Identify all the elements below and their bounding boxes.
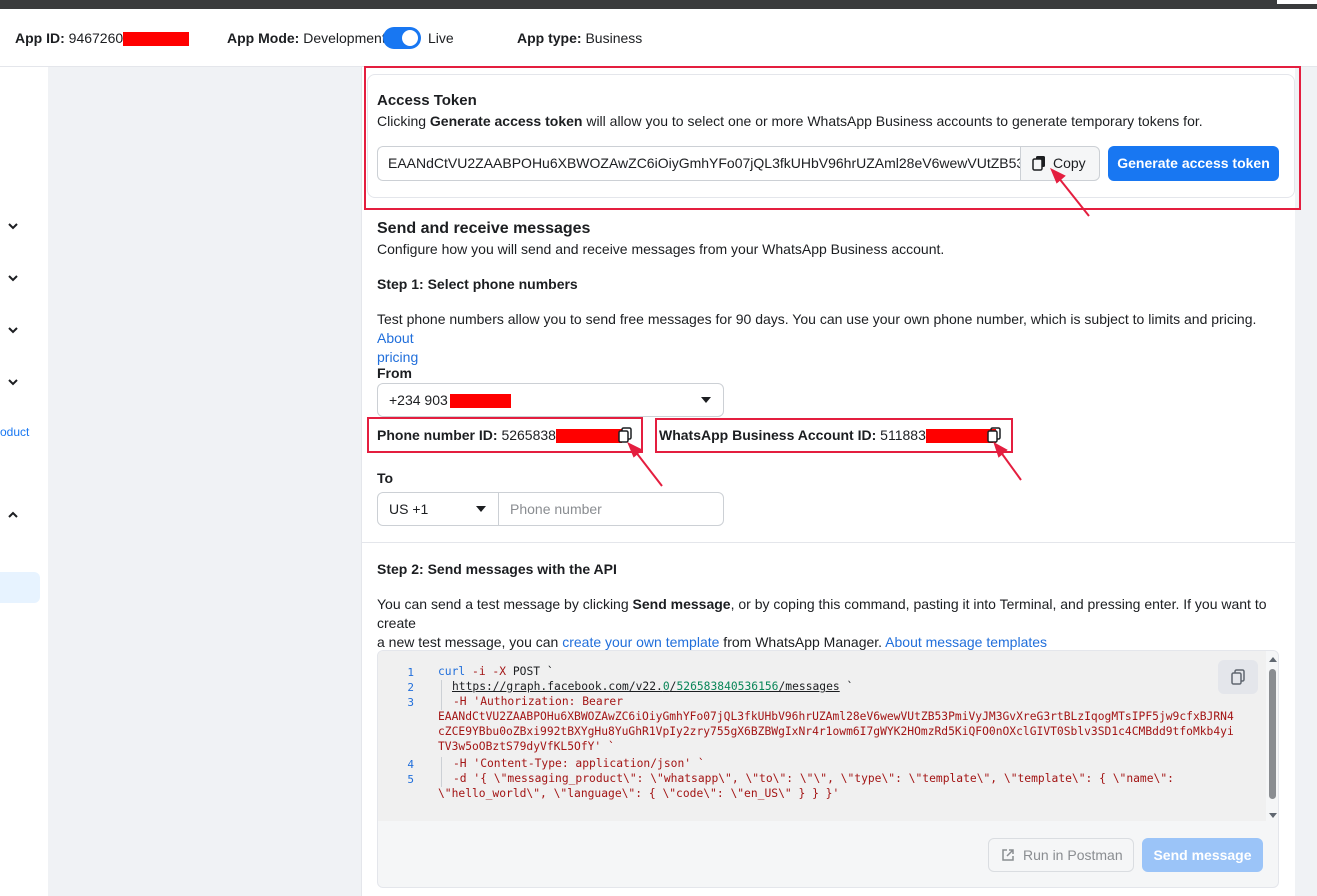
- code-line-3c: cZCE9YBbu0oZBxi992tBXYgHu8YuGhR1VpIy2zry…: [438, 725, 1234, 738]
- scroll-up-arrow[interactable]: [1269, 657, 1277, 662]
- about-pricing-link-2[interactable]: pricing: [377, 349, 418, 365]
- code-post: POST `: [506, 665, 554, 678]
- app-mode: App Mode: Development: [227, 30, 386, 46]
- code-line-3d: TV3w5oOBztS79dyVfKL5OfY' `: [438, 740, 615, 753]
- external-link-icon: [1002, 849, 1014, 861]
- copy-code-button[interactable]: [1218, 660, 1258, 694]
- country-code-value: US +1: [389, 501, 429, 517]
- copy-icon: [1231, 669, 1245, 685]
- chevron-down-icon[interactable]: [6, 323, 20, 337]
- caret-down-icon: [701, 397, 711, 403]
- line-number: 1: [407, 666, 414, 679]
- app-mode-label: App Mode:: [227, 30, 300, 46]
- indent-guide: [441, 680, 442, 695]
- app-type-value: Business: [585, 30, 643, 46]
- postman-label: Run in Postman: [1023, 847, 1123, 863]
- code-line-5: -d '{ \"messaging_product\": \"whatsapp\…: [453, 772, 1174, 785]
- app-mode-toggle[interactable]: [383, 27, 421, 49]
- step1-description: Test phone numbers allow you to send fre…: [377, 310, 1277, 367]
- app-type: App type: Business: [517, 30, 642, 46]
- app-type-label: App type:: [517, 30, 582, 46]
- chevron-down-icon[interactable]: [6, 271, 20, 285]
- code-line-4: -H 'Content-Type: application/json' `: [453, 757, 705, 770]
- code-flags: -i -X: [472, 665, 507, 678]
- code-line-5b: \"hello_world\", \"language\": { \"code\…: [438, 787, 840, 800]
- app-id-label: App ID:: [15, 30, 65, 46]
- line-number: 2: [407, 681, 414, 694]
- step2-title: Step 2: Send messages with the API: [377, 561, 617, 577]
- country-code-select[interactable]: US +1: [377, 492, 499, 526]
- step2-p2-mid: from WhatsApp Manager.: [719, 634, 886, 650]
- app-header: App ID: 9467260 App Mode: Development Li…: [0, 9, 1317, 67]
- code-curl: curl: [438, 665, 466, 678]
- code-url: https://graph.facebook.com/v22.0/5265838…: [452, 680, 840, 693]
- run-in-postman-button[interactable]: Run in Postman: [988, 838, 1134, 872]
- send-message-button[interactable]: Send message: [1142, 838, 1263, 872]
- step1-desc-text: Test phone numbers allow you to send fre…: [377, 311, 1257, 327]
- send-receive-title: Send and receive messages: [377, 220, 591, 237]
- chevron-up-icon[interactable]: [6, 508, 20, 522]
- about-templates-link[interactable]: About message templates: [885, 634, 1047, 650]
- url-part: /messages: [778, 680, 840, 693]
- to-label: To: [377, 470, 394, 486]
- code-scrollbar-thumb[interactable]: [1269, 669, 1276, 799]
- line-number: 3: [407, 696, 414, 709]
- sidebar-add-product-link[interactable]: oduct: [0, 425, 29, 439]
- url-phone-id: 526583840536156: [676, 680, 779, 693]
- app-mode-development: Development: [303, 30, 386, 46]
- app-id: App ID: 9467260: [15, 30, 190, 47]
- line-number: 5: [407, 773, 414, 786]
- chevron-down-icon[interactable]: [6, 375, 20, 389]
- create-template-link[interactable]: create your own template: [562, 634, 719, 650]
- code-line-3: -H 'Authorization: Bearer: [453, 695, 624, 708]
- step2-p2-pre: a new test message, you can: [377, 634, 563, 650]
- step2-description: You can send a test message by clicking …: [377, 595, 1282, 652]
- about-pricing-link[interactable]: About: [377, 330, 414, 346]
- app-id-value: 9467260: [68, 30, 124, 46]
- annotation-box-waba-id: [655, 418, 1013, 453]
- url-part: https://graph.facebook.com/v22.: [452, 680, 663, 693]
- toggle-knob: [402, 30, 418, 46]
- annotation-box-phone-id: [367, 417, 643, 453]
- code-editor[interactable]: 1 2 3 4 5 curl -i -X POST ` https://grap…: [378, 651, 1266, 821]
- from-label: From: [377, 365, 412, 381]
- code-line-3b: EAANdCtVU2ZAABPOHu6XBWOZAwZC6iOiyGmhYFo0…: [438, 710, 1234, 723]
- chevron-down-icon[interactable]: [6, 219, 20, 233]
- from-phone-value: +234 903: [389, 392, 448, 408]
- redaction-mark: [449, 394, 511, 409]
- caret-down-icon: [476, 506, 486, 512]
- top-strip-highlight: [1277, 0, 1317, 4]
- annotation-box-access-token: [364, 66, 1301, 210]
- url-part: 0: [662, 680, 670, 693]
- app-mode-live: Live: [428, 30, 454, 46]
- left-sidebar: oduct: [0, 67, 48, 896]
- sidebar-selected-item[interactable]: [0, 572, 40, 603]
- scroll-down-arrow[interactable]: [1269, 813, 1277, 818]
- send-receive-description: Configure how you will send and receive …: [377, 241, 945, 257]
- indent-guide: [441, 757, 442, 787]
- section-divider: [362, 542, 1295, 543]
- code-line-tail: `: [839, 680, 854, 693]
- redaction-mark: [123, 32, 190, 47]
- line-number: 4: [407, 758, 414, 771]
- step2-p1-bold: Send message: [632, 596, 731, 612]
- to-phone-number-input[interactable]: Phone number: [498, 492, 724, 526]
- code-line-2: https://graph.facebook.com/v22.0/5265838…: [452, 680, 853, 693]
- browser-top-strip: [0, 0, 1317, 9]
- code-line-1: curl -i -X POST `: [438, 665, 554, 678]
- step2-p1-pre: You can send a test message by clicking: [377, 596, 633, 612]
- content-gutter: [48, 67, 361, 896]
- indent-guide: [441, 695, 442, 710]
- from-phone-select[interactable]: +234 903: [377, 383, 724, 417]
- step1-title: Step 1: Select phone numbers: [377, 276, 578, 292]
